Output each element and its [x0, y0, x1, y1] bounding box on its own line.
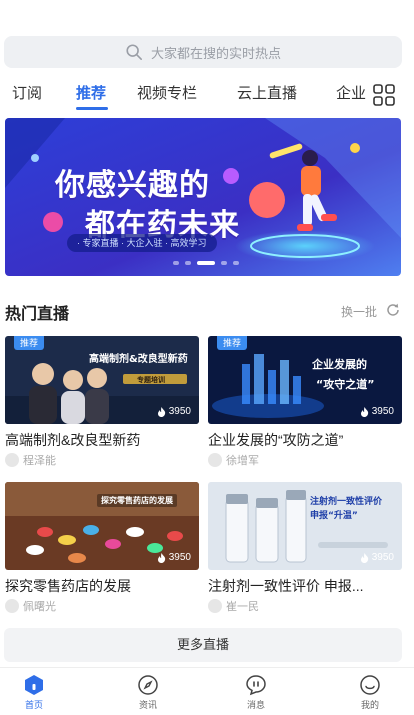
tab-cloud-live[interactable]: 云上直播 — [237, 82, 297, 103]
view-count-value: 3950 — [168, 406, 191, 417]
nav-news-label: 资讯 — [138, 700, 157, 710]
nav-home[interactable]: 首页 — [4, 674, 64, 711]
tab-video-column[interactable]: 视频专栏 — [137, 82, 197, 103]
avatar — [208, 599, 222, 613]
view-count-value: 3950 — [371, 406, 394, 417]
nav-profile-label: 我的 — [360, 700, 379, 710]
view-count-value: 3950 — [168, 552, 191, 563]
flame-icon — [157, 552, 165, 563]
refresh-icon[interactable] — [385, 302, 401, 318]
grid-menu-icon[interactable] — [373, 84, 395, 106]
nav-profile[interactable]: 我的 — [340, 674, 400, 711]
search-bar[interactable]: 大家都在搜的实时热点 — [4, 36, 402, 68]
banner-tags: · 专家直播 · 大企入驻 · 高效学习 — [67, 234, 217, 252]
thumb-title: 注射剂一致性评价 — [310, 497, 383, 507]
flame-icon — [360, 552, 368, 563]
recommend-badge: 推荐 — [14, 336, 45, 350]
live-card[interactable]: 企业发展的 “攻守之道” 推荐 3950 企业发展的“攻防之道” 徐增军 — [208, 336, 402, 468]
thumb-title: 高端制剂&改良型新药 — [89, 354, 188, 365]
carousel-dot-active[interactable] — [197, 261, 215, 265]
avatar — [5, 453, 19, 467]
more-lives-button[interactable]: 更多直播 — [4, 628, 402, 662]
thumb-subtitle: 申报“升温” — [310, 511, 358, 521]
nav-messages[interactable]: 消息 — [226, 674, 286, 711]
live-author: 崔一民 — [208, 598, 259, 614]
live-title[interactable]: 探究零售药店的发展 — [5, 576, 131, 596]
flame-icon — [157, 406, 165, 417]
tab-subscribe[interactable]: 订阅 — [12, 82, 42, 103]
carousel-dot[interactable] — [233, 261, 239, 265]
compass-icon — [138, 675, 158, 695]
author-name: 崔一民 — [226, 601, 259, 613]
thumb-subtitle: “攻守之道” — [316, 378, 375, 391]
refresh-button[interactable]: 换一批 — [341, 303, 377, 320]
tab-recommend[interactable]: 推荐 — [76, 82, 106, 103]
author-name: 程泽能 — [23, 455, 56, 467]
nav-news[interactable]: 资讯 — [118, 674, 178, 711]
view-count-value: 3950 — [371, 552, 394, 563]
carousel-dot[interactable] — [173, 261, 179, 265]
live-title[interactable]: 高端制剂&改良型新药 — [5, 430, 140, 450]
category-tabs: 订阅 推荐 视频专栏 云上直播 企业 — [0, 80, 414, 114]
search-icon — [126, 44, 142, 61]
recommend-badge: 推荐 — [217, 336, 248, 350]
live-card[interactable]: 高端制剂&改良型新药 专题培训 推荐 3950 高端制剂&改良型新药 程泽能 — [5, 336, 199, 468]
banner-headline-1: 你感兴趣的 — [55, 168, 210, 203]
search-placeholder: 大家都在搜的实时热点 — [150, 45, 281, 61]
author-name: 佩曙光 — [23, 601, 56, 613]
flame-icon — [360, 406, 368, 417]
author-name: 徐增军 — [226, 455, 259, 467]
profile-icon — [360, 675, 380, 695]
live-title[interactable]: 企业发展的“攻防之道” — [208, 430, 343, 450]
live-author: 徐增军 — [208, 452, 259, 468]
live-title[interactable]: 注射剂一致性评价 申报... — [208, 576, 364, 596]
carousel-indicator — [173, 261, 239, 265]
nav-messages-label: 消息 — [246, 700, 265, 710]
view-count: 3950 — [157, 406, 191, 417]
carousel-dot[interactable] — [185, 261, 191, 265]
home-icon — [25, 675, 43, 695]
active-tab-indicator — [76, 107, 108, 110]
section-title: 热门直播 — [5, 306, 70, 323]
thumb-subtitle: 专题培训 — [137, 376, 165, 384]
avatar — [5, 599, 19, 613]
live-card[interactable]: 探究零售药店的发展 3950 探究零售药店的发展 佩曙光 — [5, 482, 199, 614]
view-count: 3950 — [360, 406, 394, 417]
view-count: 3950 — [360, 552, 394, 563]
live-card[interactable]: 注射剂一致性评价 申报“升温” 3950 注射剂一致性评价 申报... 崔一民 — [208, 482, 402, 614]
message-icon — [246, 675, 266, 696]
tab-enterprise[interactable]: 企业 — [336, 82, 366, 103]
nav-home-label: 首页 — [24, 700, 43, 710]
thumb-title: 企业发展的 — [312, 358, 367, 371]
bottom-nav: 首页 资讯 消息 我的 — [0, 667, 414, 715]
view-count: 3950 — [157, 552, 191, 563]
live-author: 佩曙光 — [5, 598, 56, 614]
live-author: 程泽能 — [5, 452, 56, 468]
carousel-dot[interactable] — [221, 261, 227, 265]
thumb-title: 探究零售药店的发展 — [97, 494, 177, 507]
avatar — [208, 453, 222, 467]
promo-banner[interactable]: 你感兴趣的 都在药未来 · 专家直播 · 大企入驻 · 高效学习 — [5, 118, 401, 276]
